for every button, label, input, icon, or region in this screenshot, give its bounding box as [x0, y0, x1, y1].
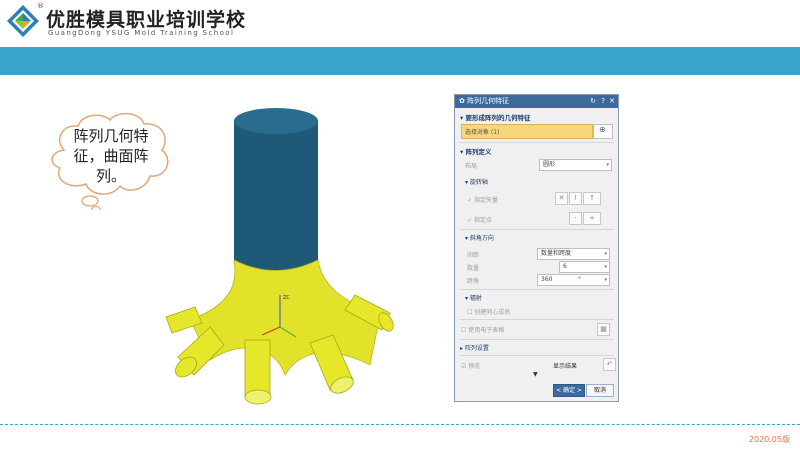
section-pattern-settings[interactable]: ▸ 阵列设置: [460, 343, 623, 352]
specify-vector-label: ✓ 指定矢量: [467, 197, 498, 204]
school-name-en: GuangDong YSUG Mold Training School: [48, 29, 235, 37]
select-object-label: 选择对象 (1): [465, 129, 500, 136]
section-pattern-definition[interactable]: ▾ 阵列定义: [460, 146, 623, 156]
preview-checkbox[interactable]: ☑ 预览: [461, 361, 480, 370]
3d-model-viewport[interactable]: ZC: [150, 95, 420, 415]
section-geometry[interactable]: ▾ 要形成阵列的几何特征: [460, 112, 623, 122]
span-angle-label: 跨角: [467, 278, 480, 285]
vector-type-icon[interactable]: ↑: [583, 192, 601, 205]
school-name-cn: 优胜模具职业培训学校: [46, 9, 247, 31]
layout-label: 布局: [465, 163, 478, 170]
layout-select[interactable]: 圆形 ▾: [539, 159, 612, 171]
span-angle-input[interactable]: 360 ° ▾: [537, 274, 610, 286]
section-rotation-axis[interactable]: ▾ 旋转轴: [465, 177, 628, 186]
spacing-label: 间距: [467, 252, 480, 259]
crosshair-icon[interactable]: ⊕: [593, 124, 613, 139]
count-input[interactable]: 6 ▾: [559, 261, 610, 273]
point-type-icon[interactable]: +: [583, 212, 601, 225]
select-object-field[interactable]: 选择对象 (1): [461, 124, 593, 139]
footer-divider: [0, 424, 800, 425]
registered-mark: ®: [37, 2, 44, 10]
specify-point-label: ✓ 指定点: [467, 217, 492, 224]
help-icon[interactable]: ?: [601, 95, 605, 108]
close-icon[interactable]: ✕: [609, 95, 615, 108]
use-spreadsheet-checkbox[interactable]: ☐ 使用电子表格: [461, 325, 504, 334]
school-logo: [7, 5, 39, 37]
dialog-title: 阵列几何特征: [467, 97, 510, 105]
version-label: 2020.05版: [748, 435, 790, 444]
reverse-icon[interactable]: !: [569, 192, 582, 205]
spacing-select[interactable]: 数量和跨度 ▾: [537, 248, 610, 260]
create-concentric-checkbox[interactable]: ☐ 创建同心成员: [467, 307, 510, 316]
undo-icon[interactable]: ↶: [603, 358, 616, 371]
section-angular-direction[interactable]: ▾ 斜角方向: [465, 233, 628, 242]
callout-text: 阵列几何特征，曲面阵列。: [73, 127, 149, 185]
dialog-titlebar: ✿ 阵列几何特征 ↻ ? ✕: [455, 95, 618, 108]
gear-icon: ✿: [459, 97, 468, 105]
spreadsheet-icon[interactable]: ▦: [597, 323, 610, 336]
ok-button[interactable]: < 确定 >: [553, 384, 585, 397]
vector-icon[interactable]: ✕: [555, 192, 568, 205]
reset-icon[interactable]: ↻: [590, 95, 596, 108]
count-label: 数量: [467, 265, 480, 272]
header-banner: [0, 47, 800, 75]
header: ® 优胜模具职业培训学校 GuangDong YSUG Mold Trainin…: [0, 0, 800, 42]
chevron-down-icon[interactable]: ▼: [533, 371, 538, 378]
point-dialog-icon[interactable]: ·: [569, 212, 582, 225]
axis-label: ZC: [283, 295, 290, 301]
pattern-geometry-dialog: ✿ 阵列几何特征 ↻ ? ✕ ▾ 要形成阵列的几何特征 选择对象 (1) ⊕ ▾…: [454, 94, 619, 402]
section-radiate[interactable]: ▾ 辐射: [465, 293, 628, 302]
show-result-label[interactable]: 显示结果: [553, 361, 577, 370]
cancel-button[interactable]: 取消: [586, 384, 614, 397]
